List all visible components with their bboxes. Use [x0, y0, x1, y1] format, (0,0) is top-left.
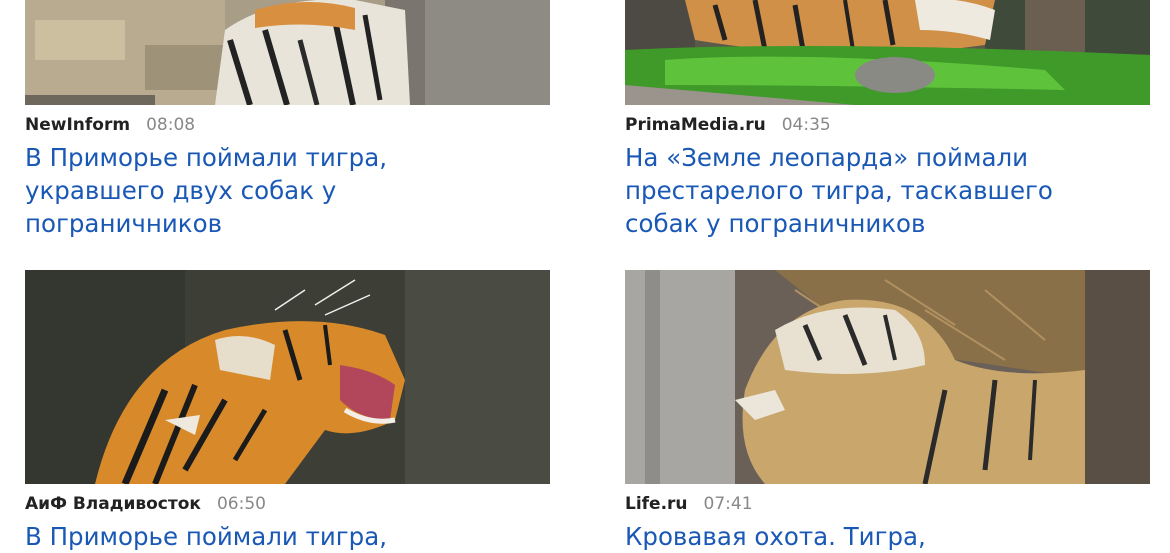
publish-time: 04:35 [781, 115, 831, 135]
title-line[interactable]: укравшего двух собак у [25, 174, 570, 207]
news-image[interactable] [25, 270, 550, 484]
publish-time: 08:08 [146, 115, 196, 135]
source-name[interactable]: Life.ru [625, 494, 688, 514]
publish-time: 07:41 [703, 494, 753, 514]
news-image[interactable] [625, 0, 1150, 105]
news-title-link[interactable]: В Приморье поймали тигра, [25, 520, 570, 553]
source-name[interactable]: PrimaMedia.ru [625, 115, 766, 135]
news-title-link[interactable]: В Приморье поймали тигра, укравшего двух… [25, 141, 570, 240]
title-line[interactable]: В Приморье поймали тигра, [25, 520, 570, 553]
source-name[interactable]: АиФ Владивосток [25, 494, 201, 514]
source-name[interactable]: NewInform [25, 115, 130, 135]
title-line[interactable]: На «Земле леопарда» поймали [625, 141, 1170, 174]
title-line[interactable]: собак у пограничников [625, 207, 1170, 240]
news-meta: NewInform 08:08 [25, 114, 195, 136]
news-title-link[interactable]: Кровавая охота. Тигра, [625, 520, 1170, 553]
news-meta: АиФ Владивосток 06:50 [25, 493, 266, 515]
news-title-link[interactable]: На «Земле леопарда» поймали престарелого… [625, 141, 1170, 240]
title-line[interactable]: Кровавая охота. Тигра, [625, 520, 1170, 553]
news-image[interactable] [625, 270, 1150, 484]
title-line[interactable]: престарелого тигра, таскавшего [625, 174, 1170, 207]
publish-time: 06:50 [216, 494, 266, 514]
title-line[interactable]: В Приморье поймали тигра, [25, 141, 570, 174]
news-meta: PrimaMedia.ru 04:35 [625, 114, 831, 136]
news-meta: Life.ru 07:41 [625, 493, 753, 515]
title-line[interactable]: пограничников [25, 207, 570, 240]
news-image[interactable] [25, 0, 550, 105]
